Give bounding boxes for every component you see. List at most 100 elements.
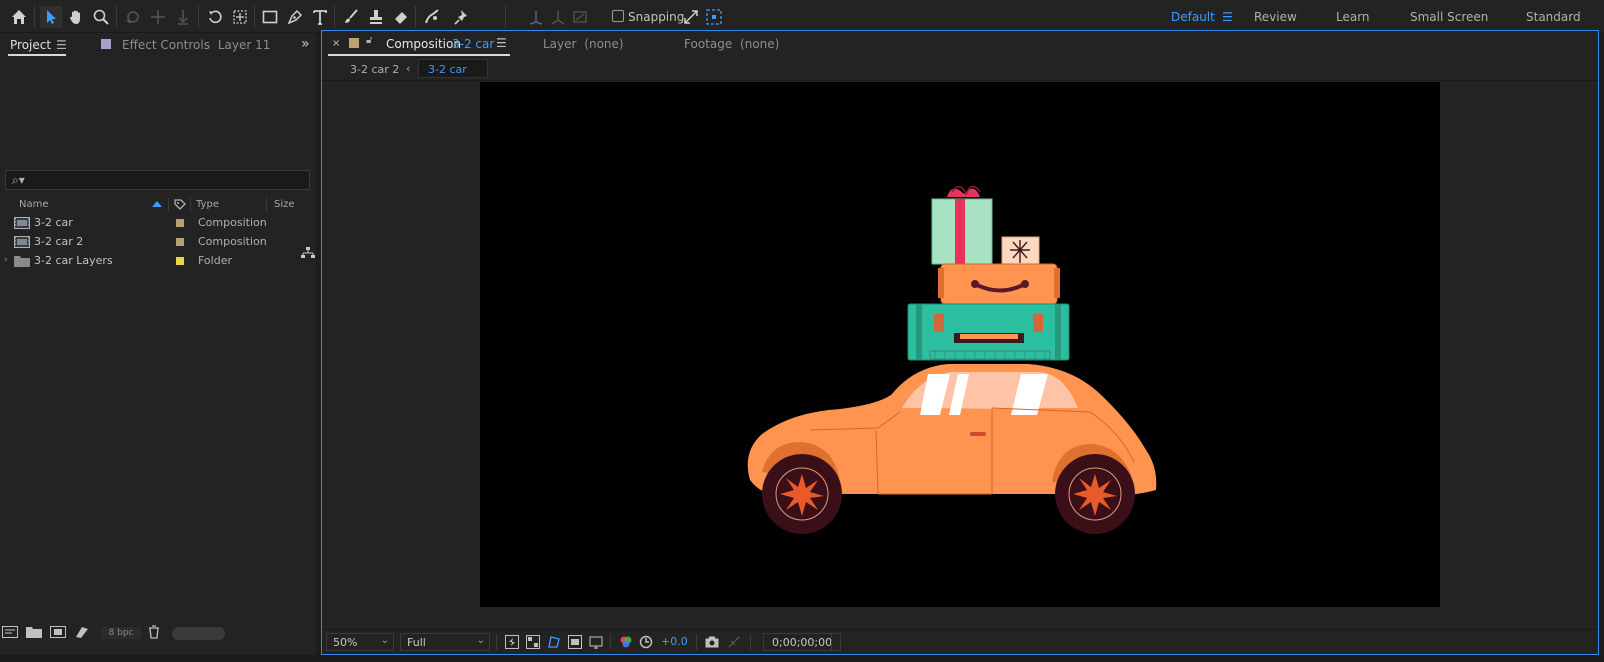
show-snapshot-icon[interactable]: [726, 634, 742, 650]
reset-exposure-icon[interactable]: [638, 634, 654, 650]
clone-stamp-icon[interactable]: [365, 6, 387, 28]
project-item-name: 3-2 car: [34, 216, 73, 229]
home-icon[interactable]: [8, 6, 30, 28]
project-item-row[interactable]: › 3-2 car Layers Folder: [0, 252, 310, 270]
dolly-camera-icon[interactable]: [172, 6, 194, 28]
project-item-type: Folder: [198, 254, 232, 267]
workspace-learn[interactable]: Learn: [1336, 10, 1370, 24]
mask-visibility-icon[interactable]: [546, 634, 562, 650]
effect-controls-label-swatch: [101, 39, 111, 49]
composition-icon: [14, 236, 30, 248]
label-color-swatch[interactable]: [176, 238, 184, 246]
breadcrumb-arrow-icon: ‹: [406, 62, 411, 75]
project-item-type: Composition: [198, 235, 267, 248]
puppet-pin-icon[interactable]: [451, 6, 473, 28]
workspace-default[interactable]: Default: [1171, 10, 1215, 24]
magnification-value: 50%: [333, 636, 358, 649]
pen-tool-icon[interactable]: [284, 6, 306, 28]
tab-layer[interactable]: Layer (none): [543, 37, 624, 51]
view-axis-icon[interactable]: [569, 6, 591, 28]
world-axis-icon[interactable]: [547, 6, 569, 28]
current-time-display[interactable]: 0;00;00;00: [763, 633, 842, 651]
search-icon: ⌕▾: [12, 173, 25, 187]
zoom-tool-icon[interactable]: [90, 6, 112, 28]
lock-icon[interactable]: 🔓︎: [366, 35, 372, 46]
workspace-standard[interactable]: Standard: [1526, 10, 1581, 24]
snapshot-camera-icon[interactable]: [704, 634, 720, 650]
label-color-swatch[interactable]: [176, 257, 184, 265]
comp-label-swatch: [349, 38, 359, 48]
viewer-footer: 50% ⌄ Full ⌄ +0.0 0;00;00;00: [322, 629, 1598, 653]
rotation-tool-icon[interactable]: [204, 6, 226, 28]
snapping-label: Snapping: [628, 10, 685, 24]
fast-previews-icon[interactable]: [504, 634, 520, 650]
project-panel-menu-icon[interactable]: ☰: [56, 38, 67, 52]
thumbnail-size-slider[interactable]: [172, 627, 225, 640]
workspace-menu-icon[interactable]: ☰: [1222, 10, 1233, 24]
type-tool-icon[interactable]: [309, 6, 331, 28]
column-size[interactable]: Size: [274, 199, 295, 210]
wheel-front: [762, 454, 842, 534]
sort-ascending-icon[interactable]: [152, 201, 162, 207]
interpret-footage-icon[interactable]: [2, 625, 18, 639]
breadcrumb-current[interactable]: 3-2 car: [418, 59, 488, 78]
project-item-row[interactable]: 3-2 car Composition: [0, 214, 310, 232]
project-item-row[interactable]: 3-2 car 2 Composition: [0, 233, 310, 251]
label-color-swatch[interactable]: [176, 219, 184, 227]
composition-viewer[interactable]: [322, 82, 1598, 616]
adobe-media-encoder-icon[interactable]: [74, 625, 90, 639]
pan-behind-icon[interactable]: [229, 6, 251, 28]
panel-overflow-icon[interactable]: »: [301, 36, 310, 52]
workspace-review[interactable]: Review: [1254, 10, 1297, 24]
region-of-interest-icon[interactable]: [567, 634, 583, 650]
channel-rgb-icon[interactable]: [618, 634, 634, 650]
orbit-camera-icon[interactable]: [122, 6, 144, 28]
tab-composition-prefix[interactable]: Composition: [386, 37, 461, 51]
rectangle-tool-icon[interactable]: [259, 6, 281, 28]
eraser-tool-icon[interactable]: [390, 6, 412, 28]
local-axis-icon[interactable]: [525, 6, 547, 28]
breadcrumb-parent[interactable]: 3-2 car 2: [350, 63, 399, 76]
snap-edges-icon[interactable]: [680, 6, 702, 28]
tab-project[interactable]: Project: [10, 38, 51, 52]
close-tab-icon[interactable]: ×: [332, 38, 340, 49]
exposure-value[interactable]: +0.0: [661, 635, 688, 648]
tab-composition-name[interactable]: 3-2 car: [452, 37, 494, 51]
column-name[interactable]: Name: [19, 199, 49, 210]
tab-footage-label: Footage: [684, 37, 733, 51]
workspace-small-screen[interactable]: Small Screen: [1410, 10, 1488, 24]
snap-features-icon[interactable]: [703, 6, 725, 28]
pan-camera-icon[interactable]: [147, 6, 169, 28]
new-composition-icon[interactable]: [50, 625, 66, 639]
selection-tool-icon[interactable]: [40, 6, 62, 28]
tab-effect-controls[interactable]: Effect Controls Layer 11: [122, 38, 270, 52]
project-panel: Project ☰ Effect Controls Layer 11 » ⌕▾ …: [0, 33, 317, 655]
tab-effect-controls-label: Effect Controls: [122, 38, 210, 52]
viewer-menu-icon[interactable]: ☰: [496, 36, 507, 50]
roto-brush-icon[interactable]: [421, 6, 443, 28]
label-column-icon[interactable]: [174, 199, 186, 214]
composition-canvas[interactable]: [480, 82, 1440, 607]
chevron-down-icon: ⌄: [380, 635, 389, 646]
hand-tool-icon[interactable]: [65, 6, 87, 28]
tools-toolbar: Snapping Default ☰ Review Learn Small Sc…: [0, 0, 1604, 33]
snapping-checkbox[interactable]: [612, 10, 624, 22]
car-illustration: [747, 185, 1157, 534]
brush-tool-icon[interactable]: [340, 6, 362, 28]
trash-icon[interactable]: [146, 625, 162, 639]
tab-composition-underline: [328, 54, 510, 56]
expand-folder-icon[interactable]: ›: [4, 255, 8, 265]
magnification-dropdown[interactable]: 50% ⌄: [326, 633, 394, 651]
guides-grid-icon[interactable]: [588, 634, 604, 650]
new-folder-icon[interactable]: [26, 625, 42, 639]
bit-depth-button[interactable]: 8 bpc: [101, 627, 141, 639]
composition-breadcrumb: 3-2 car 2 ‹ 3-2 car: [322, 59, 1598, 81]
tab-footage[interactable]: Footage (none): [684, 37, 779, 51]
transparency-grid-icon[interactable]: [525, 634, 541, 650]
resolution-dropdown[interactable]: Full ⌄: [400, 633, 490, 651]
tab-layer-label: Layer: [543, 37, 577, 51]
tab-footage-value: (none): [740, 37, 780, 51]
project-search-input[interactable]: ⌕▾: [5, 170, 310, 190]
column-type[interactable]: Type: [196, 199, 219, 210]
tab-project-underline: [8, 54, 66, 56]
